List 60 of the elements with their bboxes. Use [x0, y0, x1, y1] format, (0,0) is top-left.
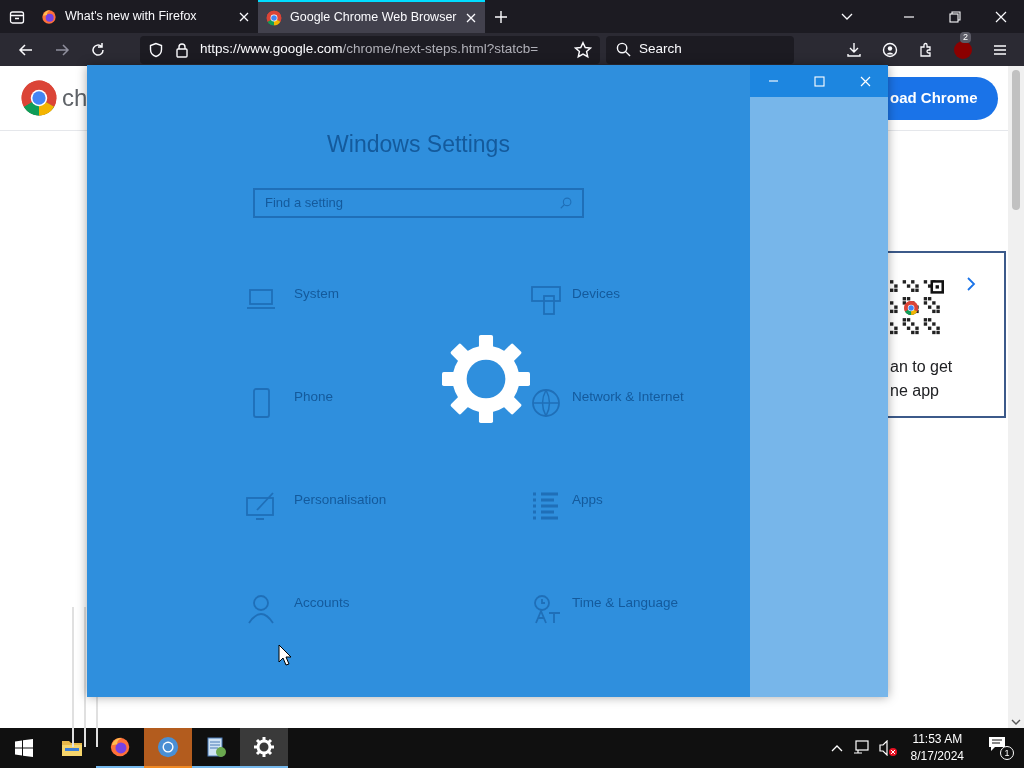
chrome-logo-icon[interactable] — [20, 79, 58, 117]
search-field[interactable]: Search — [606, 35, 794, 64]
address-bar[interactable]: https://www.google.com/chrome/next-steps.html?statcb= — [140, 35, 600, 64]
category-title[interactable]: Apps — [572, 489, 603, 510]
logo-text: ch — [62, 84, 88, 112]
close-icon[interactable] — [994, 9, 1008, 24]
restore-icon[interactable] — [948, 9, 962, 24]
scroll-down-icon[interactable] — [1011, 718, 1021, 726]
gear-icon — [442, 335, 530, 423]
account-icon[interactable] — [882, 41, 898, 58]
forward-icon[interactable] — [54, 41, 70, 58]
lock-icon[interactable] — [174, 41, 190, 58]
search-field[interactable]: Find a setting — [253, 187, 584, 218]
reload-icon[interactable] — [90, 41, 106, 58]
category-title[interactable]: Devices — [572, 283, 620, 304]
tab-list-icon[interactable] — [8, 8, 25, 25]
qr-caption: an to get ne app — [890, 357, 954, 401]
installer-icon — [205, 736, 227, 758]
windows-start-icon[interactable] — [15, 739, 33, 757]
close-icon[interactable] — [238, 10, 250, 23]
tab-title: Google Chrome Web Browser — [290, 9, 457, 27]
gear-icon — [253, 736, 275, 758]
shield-icon[interactable] — [148, 41, 164, 58]
download-button[interactable]: oad Chrome — [888, 76, 998, 120]
window-title: Windows Settings — [327, 130, 510, 159]
tab-title: What's new with Firefox — [65, 8, 198, 26]
chrome-logo-icon — [266, 9, 282, 26]
category-title[interactable]: Network & Internet — [572, 386, 684, 407]
chrome-logo-icon — [157, 736, 179, 758]
category-title[interactable]: Accounts — [294, 592, 350, 613]
firefox-logo-icon — [109, 736, 131, 758]
close-icon[interactable] — [465, 11, 477, 24]
extensions-icon[interactable] — [918, 41, 934, 58]
scrollbar-thumb[interactable] — [1012, 70, 1020, 210]
chevron-right-icon[interactable] — [966, 277, 976, 291]
search-icon — [616, 42, 631, 57]
category-title[interactable]: System — [294, 283, 339, 304]
network-icon[interactable] — [852, 740, 869, 756]
badge-count: 2 — [960, 31, 971, 43]
taskbar-button[interactable] — [240, 728, 288, 768]
download-icon[interactable] — [846, 41, 862, 58]
notification-icon — [988, 736, 1006, 752]
browser-tab[interactable]: What's new with Firefox — [33, 0, 258, 33]
new-tab-icon[interactable] — [494, 9, 508, 24]
chevron-up-icon[interactable] — [830, 744, 843, 752]
clock[interactable]: 11:53 AM 8/17/2024 — [906, 731, 968, 765]
star-icon[interactable] — [574, 40, 592, 59]
category-title[interactable]: Personalisation — [294, 489, 387, 510]
search-icon — [560, 196, 572, 209]
firefox-logo-icon — [41, 8, 57, 25]
browser-tab[interactable]: Google Chrome Web Browser — [258, 0, 485, 33]
category-title[interactable]: Time & Language — [572, 592, 679, 613]
category-title[interactable]: Phone — [294, 386, 334, 407]
muted-speaker-icon[interactable] — [878, 740, 897, 756]
mouse-cursor-icon — [278, 644, 292, 666]
url-text: https://www.google.com/chrome/next-steps.html?statcb= — [200, 40, 540, 59]
badge-count: 1 — [1000, 746, 1014, 760]
notifications-button[interactable]: 1 — [988, 736, 1014, 760]
back-icon[interactable] — [18, 41, 34, 58]
maximize-icon[interactable] — [813, 75, 825, 87]
